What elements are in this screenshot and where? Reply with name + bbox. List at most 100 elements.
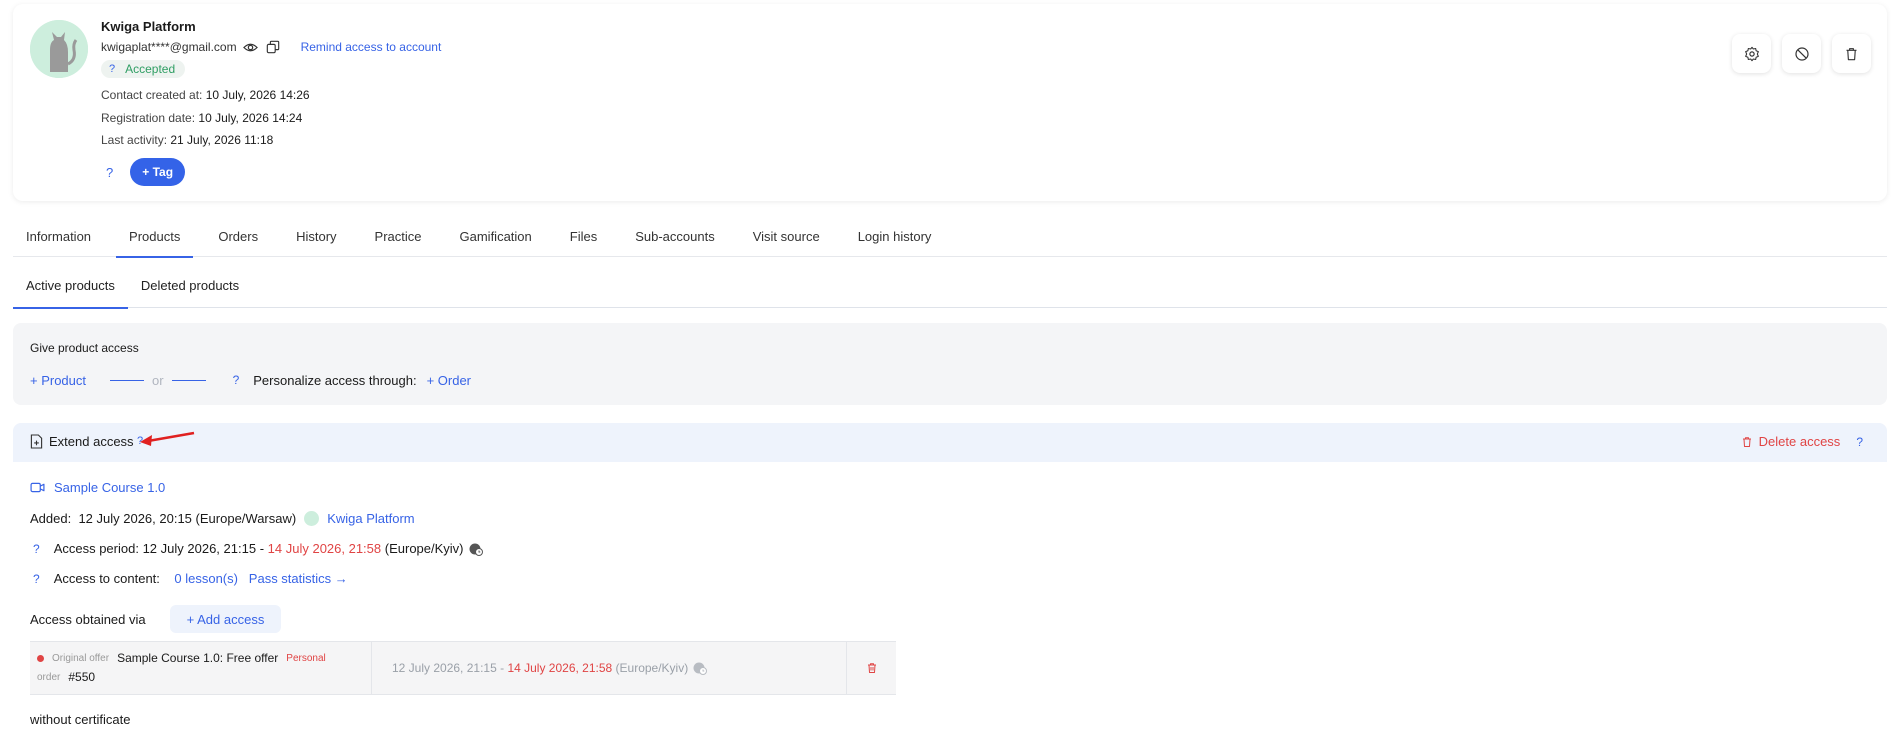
- offer-timezone: (Europe/Kyiv): [615, 661, 689, 675]
- tag-help-icon[interactable]: ?: [101, 165, 118, 180]
- course-name: Sample Course 1.0: [54, 480, 166, 495]
- red-arrow-annotation: [140, 431, 195, 446]
- added-value: 12 July 2026, 20:15: [78, 511, 192, 526]
- last-activity-label: Last activity:: [101, 133, 168, 147]
- added-row: Added: 12 July 2026, 20:15 (Europe/Warsa…: [30, 511, 415, 526]
- delete-access-label: Delete access: [1758, 434, 1841, 449]
- offer-dates-cell: 12 July 2026, 21:15 - 14 July 2026, 21:5…: [372, 642, 847, 694]
- trash-icon: [1742, 436, 1751, 447]
- status-badge: ? Accepted: [101, 60, 186, 78]
- status-help-icon[interactable]: ?: [109, 63, 115, 75]
- or-text: or: [152, 372, 164, 388]
- tab-products[interactable]: Products: [116, 216, 194, 258]
- eye-icon[interactable]: [243, 39, 259, 55]
- delete-offer-button[interactable]: [847, 642, 896, 694]
- contact-created-row: Contact created at: 10 July, 2026 14:26: [101, 88, 310, 102]
- tab-deleted-products[interactable]: Deleted products: [128, 264, 252, 308]
- tab-practice[interactable]: Practice: [362, 216, 435, 257]
- order-tag: order: [37, 671, 61, 683]
- period-end: 14 July 2026, 21:58: [267, 541, 382, 556]
- added-label: Added:: [30, 511, 72, 526]
- settings-button[interactable]: [1732, 34, 1771, 73]
- registration-date-label: Registration date:: [101, 111, 196, 125]
- access-toolbar: Extend access ? Delete access ?: [13, 423, 1887, 462]
- give-access-row: + Product or ? Personalize access throug…: [30, 371, 471, 389]
- contact-card: Kwiga Platform kwigaplat****@gmail.com R…: [13, 4, 1887, 201]
- offer-dates: 12 July 2026, 21:15 - 14 July 2026, 21:5…: [392, 661, 708, 675]
- certificate-status: without certificate: [30, 712, 131, 727]
- extend-access-button[interactable]: Extend access: [30, 434, 134, 449]
- pass-statistics-link[interactable]: Pass statistics →: [249, 571, 348, 586]
- or-separator: or: [110, 373, 206, 388]
- header-actions: [1732, 34, 1871, 73]
- registration-date-value: 10 July, 2026 14:24: [198, 111, 303, 125]
- personalize-help-icon[interactable]: ?: [233, 373, 240, 387]
- remind-access-link[interactable]: Remind access to account: [301, 40, 442, 54]
- file-plus-icon: [30, 434, 43, 449]
- trash-icon: [867, 663, 876, 673]
- block-button[interactable]: [1782, 34, 1821, 73]
- content-label: Access to content:: [53, 571, 160, 586]
- last-activity-value: 21 July, 2026 11:18: [170, 133, 274, 147]
- add-order-link[interactable]: + Order: [427, 373, 471, 388]
- obtained-label: Access obtained via: [30, 611, 146, 627]
- last-activity-row: Last activity: 21 July, 2026 11:18: [101, 133, 273, 147]
- block-icon: [1794, 46, 1809, 61]
- tab-active-products[interactable]: Active products: [13, 264, 128, 309]
- product-subtabs: Active products Deleted products: [13, 264, 1887, 309]
- add-product-link[interactable]: + Product: [30, 373, 86, 388]
- copy-icon[interactable]: [265, 39, 281, 55]
- period-label: Access period:: [53, 541, 139, 556]
- tab-sub-accounts[interactable]: Sub-accounts: [622, 216, 728, 257]
- separator-line: [171, 379, 206, 381]
- status-label: Accepted: [125, 62, 176, 76]
- offer-end: 14 July 2026, 21:58: [507, 661, 613, 675]
- tab-files[interactable]: Files: [557, 216, 610, 257]
- content-help-icon[interactable]: ?: [33, 572, 40, 586]
- personalize-label: Personalize access through:: [253, 372, 417, 388]
- email-row: kwigaplat****@gmail.com Remind access to…: [101, 38, 441, 56]
- period-help-icon[interactable]: ?: [33, 542, 40, 556]
- delete-contact-button[interactable]: [1832, 34, 1871, 73]
- personal-tag: Personal: [286, 652, 326, 664]
- lessons-link[interactable]: 0 lesson(s): [174, 571, 238, 586]
- add-tag-button[interactable]: + Tag: [130, 158, 186, 186]
- period-start: 12 July 2026, 21:15: [142, 541, 257, 556]
- tab-visit-source[interactable]: Visit source: [740, 216, 833, 257]
- offer-tag: Original offer: [52, 652, 110, 664]
- access-period-row: ? Access period: 12 July 2026, 21:15 - 1…: [33, 541, 483, 556]
- offer-table: Original offer Sample Course 1.0: Free o…: [30, 641, 896, 695]
- offer-dash: -: [500, 661, 505, 675]
- give-access-title: Give product access: [30, 341, 139, 355]
- status-dot: [37, 654, 44, 662]
- give-access-panel: Give product access + Product or ? Perso…: [13, 323, 1887, 405]
- offer-start: 12 July 2026, 21:15: [392, 661, 497, 675]
- delete-access-button[interactable]: Delete access ?: [1741, 434, 1863, 449]
- order-number-link[interactable]: #550: [68, 670, 95, 684]
- extend-access-label: Extend access: [49, 434, 134, 449]
- avatar: [30, 20, 88, 78]
- added-by-link[interactable]: Kwiga Platform: [327, 511, 414, 526]
- period-dash: -: [259, 541, 265, 556]
- course-link[interactable]: Sample Course 1.0: [30, 480, 165, 495]
- separator-line: [110, 379, 145, 381]
- globe-clock-icon: [693, 661, 708, 675]
- tab-information[interactable]: Information: [13, 216, 104, 257]
- content-access-row: ? Access to content: 0 lesson(s) Pass st…: [33, 571, 348, 586]
- tab-history[interactable]: History: [283, 216, 349, 257]
- offer-name-link[interactable]: Sample Course 1.0: Free offer: [117, 651, 278, 665]
- offer-line: Original offer Sample Course 1.0: Free o…: [37, 651, 326, 665]
- contact-email: kwigaplat****@gmail.com: [101, 40, 237, 54]
- contact-created-label: Contact created at:: [101, 88, 203, 102]
- tab-orders[interactable]: Orders: [205, 216, 271, 257]
- trash-icon: [1846, 47, 1857, 60]
- contact-created-value: 10 July, 2026 14:26: [205, 88, 310, 102]
- added-by-avatar: [304, 511, 320, 526]
- period-timezone: (Europe/Kyiv): [384, 541, 464, 556]
- tab-login-history[interactable]: Login history: [845, 216, 945, 257]
- tag-row: ? + Tag: [101, 158, 186, 186]
- delete-help-icon[interactable]: ?: [1856, 435, 1863, 449]
- offer-info-cell: Original offer Sample Course 1.0: Free o…: [30, 642, 372, 694]
- tab-gamification[interactable]: Gamification: [447, 216, 545, 257]
- add-access-button[interactable]: + Add access: [169, 605, 282, 633]
